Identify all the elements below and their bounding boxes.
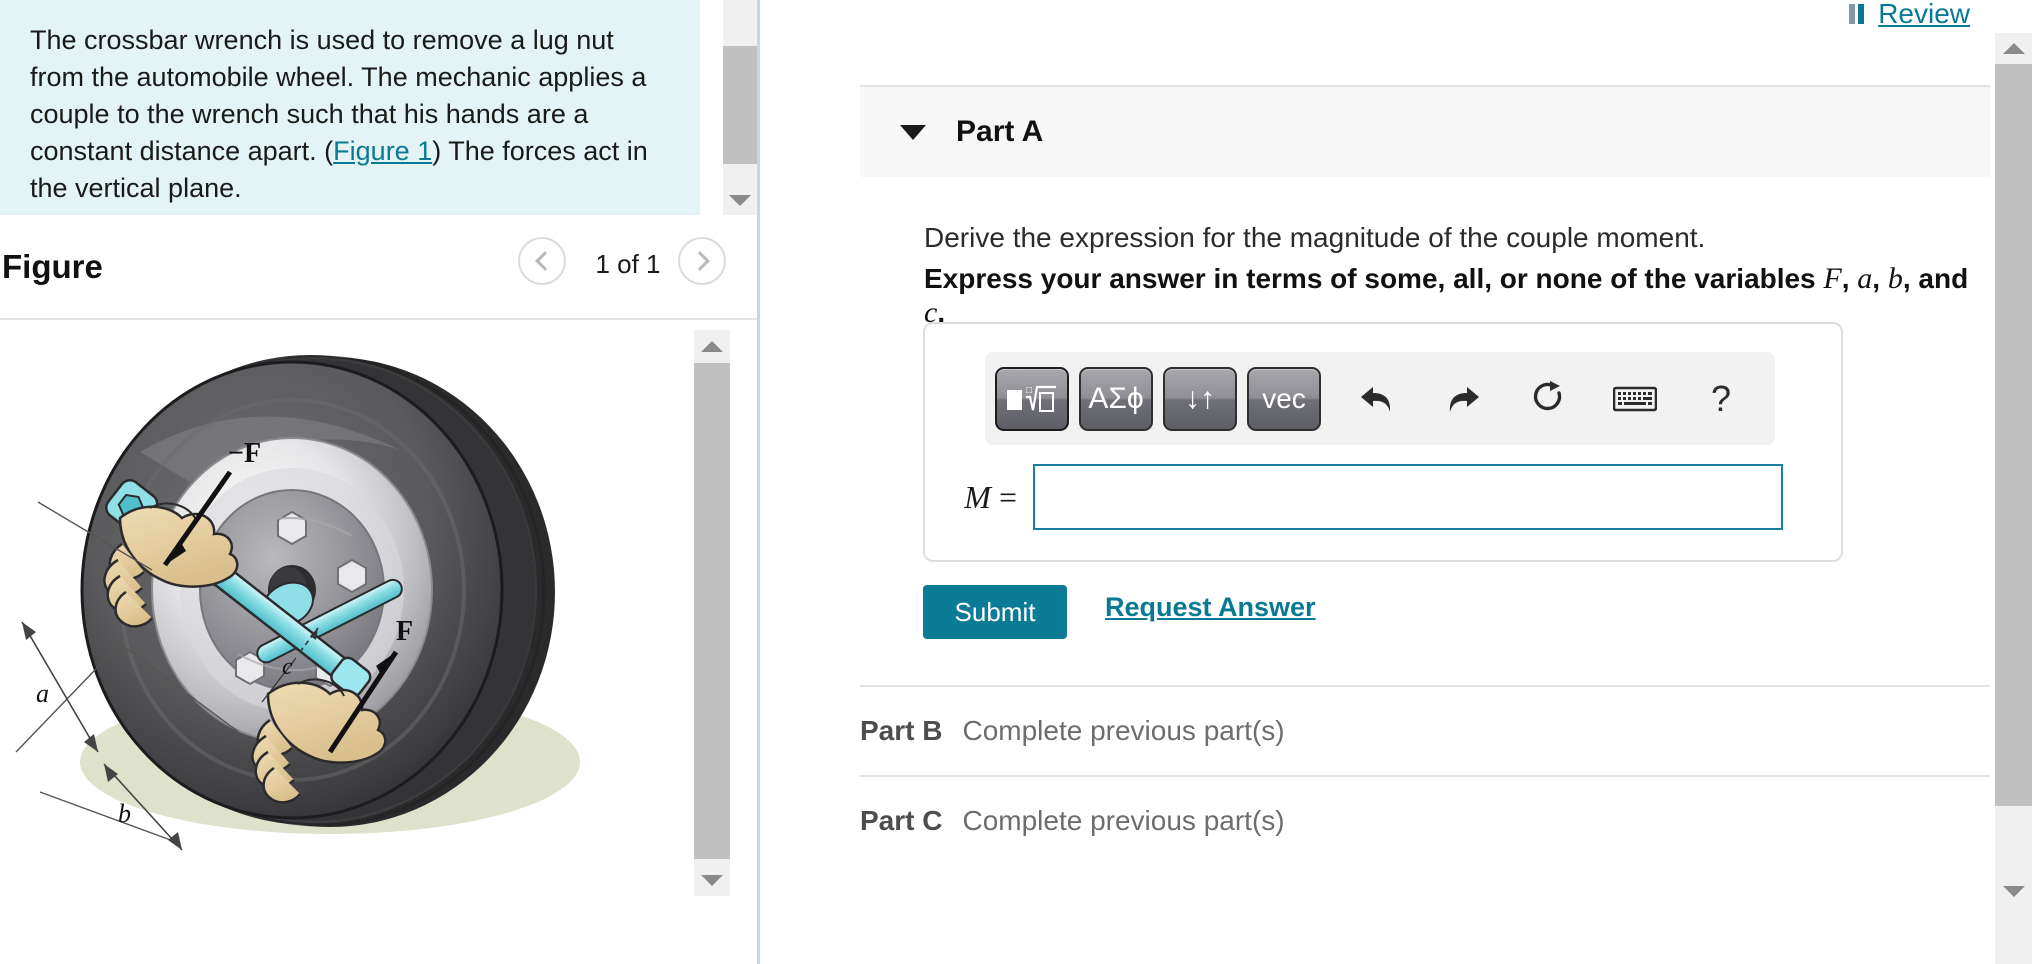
math-template-icon: □ [1007, 385, 1056, 412]
help-icon[interactable]: ? [1689, 367, 1753, 431]
express-prefix: Express your answer in terms of some, al… [924, 263, 1824, 294]
figure-image-panel: −F F c a b [0, 322, 758, 902]
triangle-down-icon [2002, 885, 2025, 897]
figure-scrollbar[interactable] [694, 330, 730, 896]
figure-label-a: a [36, 679, 49, 708]
figure-prev-button[interactable] [518, 237, 566, 285]
description-scrollbar[interactable] [723, 0, 757, 215]
chevron-right-icon [689, 251, 710, 271]
submit-button[interactable]: Submit [923, 585, 1067, 639]
review-link[interactable]: Review [1878, 0, 1970, 30]
figure-1-link[interactable]: Figure 1 [333, 136, 432, 166]
review-bars-icon [1848, 4, 1868, 24]
figure-label-c-text: c [282, 654, 293, 680]
description-scrollbar-thumb[interactable] [723, 46, 757, 164]
variable-a: a [1857, 262, 1873, 295]
figure-next-button[interactable] [678, 237, 726, 285]
undo-icon[interactable] [1345, 367, 1409, 431]
page-scrollbar-thumb[interactable] [1995, 64, 2032, 806]
reset-icon[interactable] [1517, 367, 1581, 431]
vector-button[interactable]: vec [1247, 366, 1321, 431]
vector-label: vec [1262, 382, 1306, 414]
review-row: Review [1848, 0, 1970, 30]
request-answer-link[interactable]: Request Answer [1105, 592, 1316, 623]
figure-scrollbar-down-button[interactable] [694, 864, 730, 896]
problem-description-text: The crossbar wrench is used to remove a … [30, 22, 670, 207]
answer-label: M = [925, 479, 1033, 516]
answer-equals: = [990, 478, 1017, 515]
part-c-row[interactable]: Part C Complete previous part(s) [860, 775, 1990, 865]
sep-1: , [1841, 263, 1858, 294]
right-column: Review Part A Derive the expression for … [760, 0, 1992, 964]
subscript-superscript-label: ↓↑ [1185, 381, 1215, 415]
triangle-down-icon [729, 194, 751, 206]
answer-variable-M: M [964, 478, 991, 515]
part-c-label: Part C [860, 805, 943, 836]
sep-2: , [1872, 263, 1888, 294]
triangle-down-icon [701, 874, 723, 886]
keyboard-icon[interactable] [1603, 367, 1667, 431]
figure-header: Figure 1 of 1 [0, 215, 758, 320]
page-scrollbar-up-button[interactable] [1995, 33, 2032, 63]
part-a-title: Part A [956, 115, 1044, 148]
triangle-up-icon [701, 340, 723, 352]
part-b-row[interactable]: Part B Complete previous part(s) [860, 685, 1990, 775]
greek-symbols-label: ΑΣϕ [1088, 381, 1144, 415]
page-root: The crossbar wrench is used to remove a … [0, 0, 2032, 964]
math-toolbar: □ ΑΣϕ ↓↑ vec ? [985, 352, 1775, 445]
subscript-superscript-button[interactable]: ↓↑ [1163, 366, 1237, 431]
answer-row: M = [925, 464, 1841, 530]
figure-illustration: −F F c a b [0, 322, 690, 902]
figure-scrollbar-up-button[interactable] [694, 330, 730, 362]
variable-b: b [1887, 262, 1903, 295]
variable-F: F [1823, 262, 1842, 295]
caret-down-icon[interactable] [900, 124, 926, 140]
left-column: The crossbar wrench is used to remove a … [0, 0, 758, 964]
page-scrollbar[interactable] [1995, 33, 2032, 964]
figure-counter: 1 of 1 [595, 249, 661, 279]
figure-label-F: F [396, 616, 413, 647]
sep-3: , and [1902, 263, 1969, 294]
part-b-label: Part B [860, 715, 943, 746]
part-a-prompt: Derive the expression for the magnitude … [924, 222, 1706, 253]
help-label: ? [1710, 377, 1732, 419]
triangle-up-icon [2002, 42, 2025, 54]
problem-description-panel: The crossbar wrench is used to remove a … [0, 0, 700, 215]
part-b-status: Complete previous part(s) [962, 715, 1285, 746]
figure-label-b: b [118, 799, 131, 828]
part-c-status: Complete previous part(s) [962, 805, 1285, 836]
greek-symbols-button[interactable]: ΑΣϕ [1079, 366, 1153, 431]
description-scrollbar-down-button[interactable] [723, 185, 757, 215]
answer-input[interactable] [1033, 464, 1783, 530]
page-scrollbar-down-button[interactable] [1995, 876, 2032, 906]
answer-widget: □ ΑΣϕ ↓↑ vec ? M = [923, 322, 1843, 562]
figure-scrollbar-thumb[interactable] [694, 363, 730, 859]
part-a-express-instruction: Express your answer in terms of some, al… [924, 262, 1992, 330]
redo-icon[interactable] [1431, 367, 1495, 431]
math-template-button[interactable]: □ [995, 366, 1069, 431]
part-a-header[interactable]: Part A [860, 85, 1990, 177]
figure-label-minus-F: −F [228, 438, 261, 469]
chevron-left-icon [534, 251, 555, 271]
figure-title: Figure [2, 248, 103, 285]
svg-text:□: □ [1026, 385, 1032, 396]
